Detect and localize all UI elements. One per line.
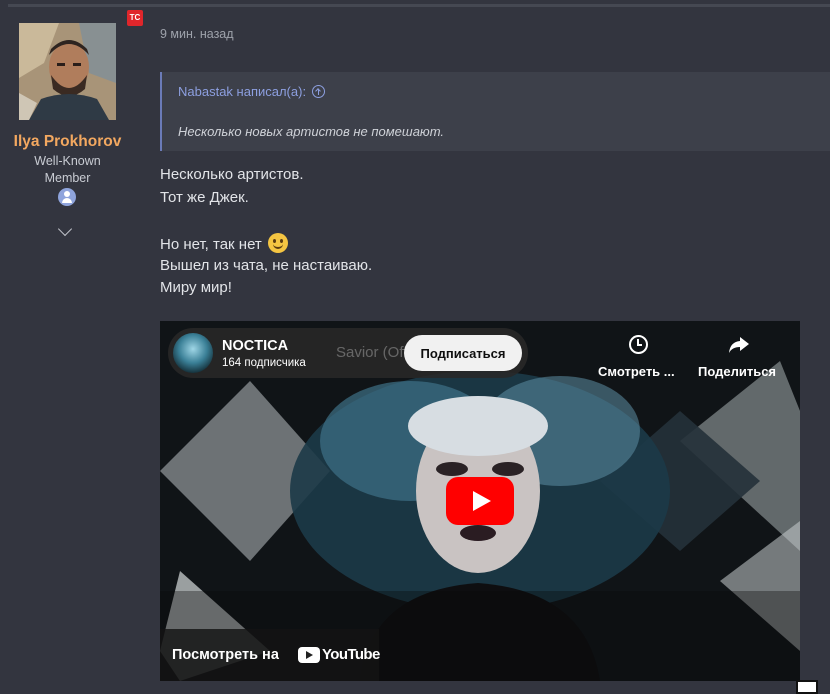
clock-icon[interactable] — [629, 335, 648, 354]
corner-widget[interactable] — [796, 680, 818, 694]
author-title-line: Member — [44, 171, 91, 185]
youtube-wordmark: YouTube — [322, 646, 380, 663]
youtube-embed[interactable]: NOCTICA 164 подписчика Savior (Offici По… — [160, 321, 800, 681]
channel-avatar[interactable] — [173, 333, 213, 373]
author-title: Well-Known Member — [10, 153, 125, 187]
quote-block: Nabastak написал(а): Несколько новых арт… — [160, 72, 830, 151]
post-timestamp[interactable]: 9 мин. назад — [160, 27, 234, 41]
channel-info[interactable]: NOCTICA 164 подписчика Savior (Offici По… — [168, 328, 528, 378]
subscribe-button[interactable]: Подписаться — [404, 335, 522, 371]
top-divider — [8, 4, 830, 7]
play-button[interactable] — [446, 477, 514, 525]
author-title-line: Well-Known — [34, 154, 101, 168]
message-line-with-emoji: Но нет, так нет — [160, 233, 288, 255]
share-button[interactable]: Поделиться — [698, 364, 776, 379]
message-line: Тот же Джек. — [160, 189, 249, 206]
message-line: Вышел из чата, не настаиваю. — [160, 257, 373, 274]
watch-later-button[interactable]: Смотреть ... — [598, 364, 675, 379]
quote-author: Nabastak написал(а): — [178, 84, 307, 99]
message-line: Несколько артистов. — [160, 166, 304, 183]
author-name[interactable]: Ilya Prokhorov — [0, 133, 135, 151]
chevron-down-icon[interactable] — [57, 221, 73, 237]
message-text: Но нет, так нет — [160, 236, 262, 253]
youtube-play-icon — [298, 646, 320, 663]
channel-name[interactable]: NOCTICA — [222, 338, 288, 354]
smile-icon — [267, 233, 288, 253]
message-line: Миру мир! — [160, 279, 232, 296]
share-icon[interactable] — [728, 336, 750, 354]
user-avatar[interactable] — [19, 23, 116, 120]
quote-text: Несколько новых артистов не помешают. — [178, 124, 444, 139]
tc-badge: TC — [127, 10, 143, 26]
youtube-logo: YouTube — [298, 646, 380, 663]
user-icon — [58, 188, 76, 206]
subscriber-count: 164 подписчика — [222, 357, 306, 369]
arrow-up-circle-icon — [312, 85, 326, 98]
quote-author-link[interactable]: Nabastak написал(а): — [178, 84, 326, 99]
watch-on-label: Посмотреть на — [172, 647, 279, 663]
watch-on-youtube-button[interactable]: Посмотреть на YouTube — [160, 629, 380, 681]
